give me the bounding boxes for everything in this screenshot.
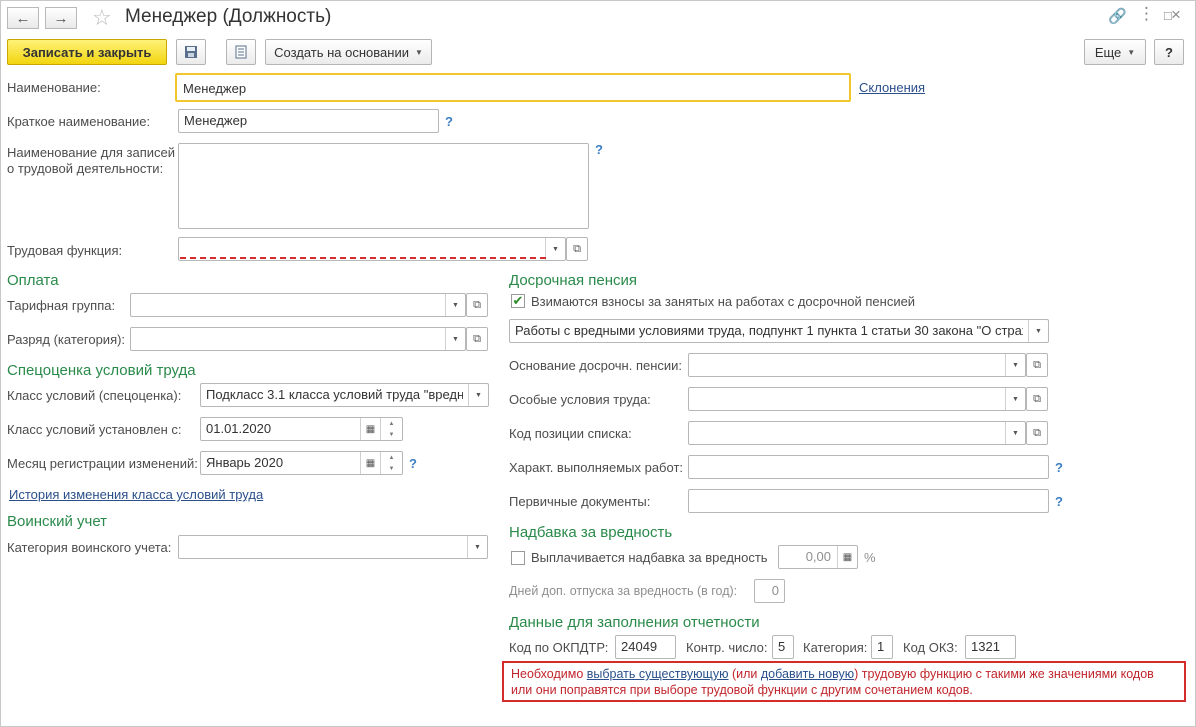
labor-records-label-line1: Наименование для записей [7,145,176,160]
hazard-bonus-section-title: Надбавка за вредность [509,524,673,541]
dropdown-arrow-icon[interactable]: ▼ [468,384,488,406]
labor-records-textarea[interactable] [178,143,589,229]
open-icon[interactable]: ⧉ [1026,387,1048,411]
spinner-icon[interactable]: ▲ ▼ [380,452,402,474]
class-set-date-label: Класс условий установлен с: [7,422,182,437]
document-list-icon[interactable] [226,39,256,65]
short-name-label: Краткое наименование: [7,114,151,129]
dropdown-arrow-icon[interactable]: ▼ [545,238,565,260]
help-button[interactable]: ? [1154,39,1184,65]
open-icon[interactable]: ⧉ [466,293,488,317]
tariff-group-input[interactable]: ▼ [130,293,466,317]
labor-function-label: Трудовая функция: [7,243,123,258]
open-icon[interactable]: ⧉ [1026,353,1048,377]
help-question-icon[interactable]: ? [595,142,603,157]
dropdown-arrow-icon[interactable]: ▼ [445,294,465,316]
required-field-underline [180,257,546,259]
favorite-star-icon[interactable]: ☆ [92,5,112,31]
conditions-class-label: Класс условий (спецоценка): [7,388,182,403]
page-title: Менеджер (Должность) [125,6,332,27]
work-character-input[interactable] [688,455,1049,479]
okz-input[interactable]: 1321 [965,635,1016,659]
grade-input[interactable]: ▼ [130,327,466,351]
hazard-bonus-checkbox[interactable] [511,551,525,565]
military-category-select[interactable]: ▼ [178,535,488,559]
hazard-percent-input[interactable]: 0,00 ▦ [778,545,858,569]
labor-records-label-line2: о трудовой деятельности: [7,161,164,176]
special-assessment-section-title: Спецоценка условий труда [7,362,196,379]
dropdown-arrow-icon[interactable]: ▼ [1005,354,1025,376]
special-conditions-input[interactable]: ▼ [688,387,1026,411]
okz-label: Код ОКЗ: [903,640,958,655]
okpdtr-input[interactable]: 24049 [615,635,676,659]
control-number-label: Контр. число: [686,640,768,655]
grade-label: Разряд (категория): [7,332,126,347]
dropdown-arrow-icon[interactable]: ▼ [467,536,487,558]
payment-section-title: Оплата [7,272,59,289]
help-question-icon[interactable]: ? [1055,494,1063,509]
chevron-down-icon: ▼ [414,47,423,57]
forward-arrow-icon[interactable]: → [45,7,77,29]
month-registration-input[interactable]: Январь 2020 ▦ ▲ ▼ [200,451,403,475]
class-set-date-input[interactable]: 01.01.2020 ▦ ▲ ▼ [200,417,403,441]
extra-leave-label: Дней доп. отпуска за вредность (в год): [509,584,738,598]
position-code-label: Код позиции списка: [509,426,632,441]
pension-basis-label: Основание досрочн. пенсии: [509,358,683,373]
short-name-input[interactable]: Менеджер [178,109,439,133]
category-input[interactable]: 1 [871,635,893,659]
save-icon[interactable] [176,39,206,65]
primary-docs-label: Первичные документы: [509,494,651,509]
calendar-icon[interactable]: ▦ [360,452,380,474]
pension-basis-input[interactable]: ▼ [688,353,1026,377]
calculator-icon[interactable]: ▦ [837,546,857,568]
class-history-link[interactable]: История изменения класса условий труда [9,487,263,502]
select-existing-link[interactable]: выбрать существующую [587,667,729,681]
more-button[interactable]: Еще ▼ [1084,39,1146,65]
work-type-select[interactable]: Работы с вредными условиями труда, подпу… [509,319,1049,343]
work-character-label: Характ. выполняемых работ: [509,460,684,475]
contributions-checkbox-label: Взимаются взносы за занятых на работах с… [531,294,916,309]
contributions-checkbox[interactable]: ✔ [511,294,525,308]
control-number-input[interactable]: 5 [772,635,794,659]
close-icon[interactable]: × [1171,5,1181,25]
dropdown-arrow-icon[interactable]: ▼ [445,328,465,350]
position-code-input[interactable]: ▼ [688,421,1026,445]
help-question-icon[interactable]: ? [1055,460,1063,475]
dropdown-arrow-icon[interactable]: ▼ [1005,422,1025,444]
reporting-section-title: Данные для заполнения отчетности [509,614,760,631]
hazard-bonus-checkbox-label: Выплачивается надбавка за вредность [531,550,768,565]
chevron-down-icon: ▼ [1127,47,1136,57]
primary-docs-input[interactable] [688,489,1049,513]
name-label: Наименование: [7,80,101,95]
okpdtr-label: Код по ОКПДТР: [509,640,609,655]
military-section-title: Воинский учет [7,513,108,530]
create-based-on-button[interactable]: Создать на основании ▼ [265,39,432,65]
conditions-class-select[interactable]: Подкласс 3.1 класса условий труда "вредн… [200,383,489,407]
category-label: Категория: [803,640,868,655]
open-icon[interactable]: ⧉ [566,237,588,261]
more-menu-icon[interactable]: ⋮ [1138,4,1155,24]
help-question-icon[interactable]: ? [409,456,417,471]
month-registration-label: Месяц регистрации изменений: [7,456,198,471]
add-new-link[interactable]: добавить новую [761,667,854,681]
percent-sign: % [864,550,876,565]
link-icon[interactable]: 🔗 [1108,7,1127,25]
save-and-close-button[interactable]: Записать и закрыть [7,39,167,65]
back-arrow-icon[interactable]: ← [7,7,39,29]
tariff-group-label: Тарифная группа: [7,298,116,313]
codes-warning-notice: Необходимо выбрать существующую (или доб… [502,661,1186,702]
name-input[interactable]: Менеджер [175,73,851,102]
declensions-link[interactable]: Склонения [859,80,925,95]
early-pension-section-title: Досрочная пенсия [509,272,638,289]
help-question-icon[interactable]: ? [445,114,453,129]
open-icon[interactable]: ⧉ [466,327,488,351]
dropdown-arrow-icon[interactable]: ▼ [1028,320,1048,342]
spinner-icon[interactable]: ▲ ▼ [380,418,402,440]
calendar-icon[interactable]: ▦ [360,418,380,440]
military-category-label: Категория воинского учета: [7,540,172,555]
open-icon[interactable]: ⧉ [1026,421,1048,445]
special-conditions-label: Особые условия труда: [509,392,651,407]
extra-leave-input[interactable]: 0 [754,579,785,603]
dropdown-arrow-icon[interactable]: ▼ [1005,388,1025,410]
